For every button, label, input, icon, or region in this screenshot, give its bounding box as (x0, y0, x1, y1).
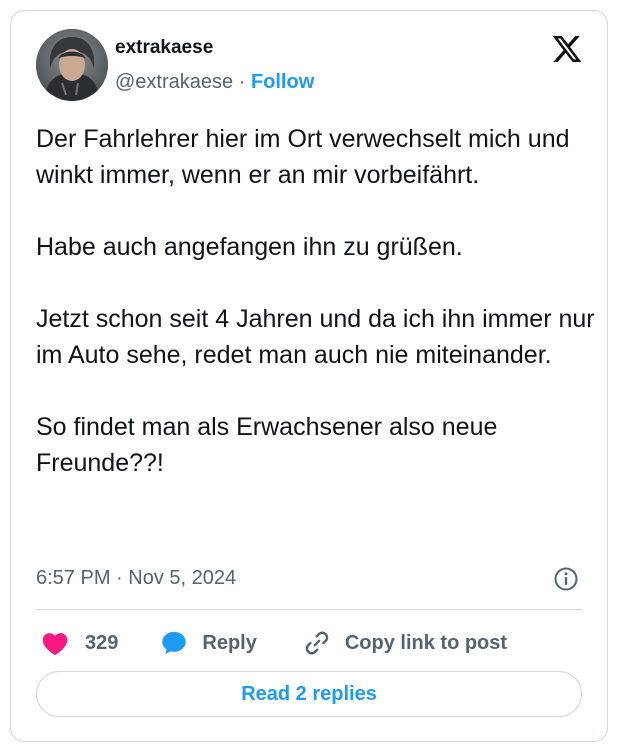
x-logo-icon[interactable] (551, 33, 583, 65)
heart-icon (42, 633, 68, 655)
author-display-name[interactable]: extrakaese (115, 37, 213, 59)
avatar[interactable] (36, 29, 108, 101)
like-button[interactable]: 329 (41, 630, 118, 656)
author-handle-row: @extrakaese · Follow (115, 71, 314, 94)
tweet-timestamp[interactable]: 6:57 PM · Nov 5, 2024 (36, 567, 236, 590)
copy-link-label: Copy link to post (344, 631, 508, 654)
action-bar: 329 Reply Copy link to post (36, 623, 507, 663)
follow-button[interactable]: Follow (251, 71, 314, 93)
author-handle[interactable]: @extrakaese (115, 71, 233, 93)
tweet-paragraph: Der Fahrlehrer hier im Ort verwechselt m… (36, 125, 570, 189)
tweet-paragraph: Jetzt schon seit 4 Jahren und da ich ihn… (36, 305, 595, 369)
avatar-image (36, 29, 108, 101)
copy-link-button[interactable]: Copy link to post (303, 629, 507, 657)
tweet-paragraph: Habe auch angefangen ihn zu grüßen. (36, 233, 463, 261)
tweet-paragraph: So findet man als Erwachsener also neue … (36, 413, 498, 477)
speech-bubble-icon (162, 631, 187, 655)
divider (36, 609, 582, 610)
reply-label: Reply (202, 631, 257, 654)
tweet-card: extrakaese @extrakaese · Follow Der Fahr… (10, 10, 608, 742)
like-count: 329 (85, 631, 119, 654)
info-icon[interactable] (553, 566, 579, 592)
reply-button[interactable]: Reply (160, 629, 257, 657)
read-replies-button[interactable]: Read 2 replies (36, 671, 582, 717)
link-icon (305, 631, 329, 655)
handle-separator: · (238, 71, 246, 93)
tweet-text: Der Fahrlehrer hier im Ort verwechselt m… (36, 121, 596, 481)
